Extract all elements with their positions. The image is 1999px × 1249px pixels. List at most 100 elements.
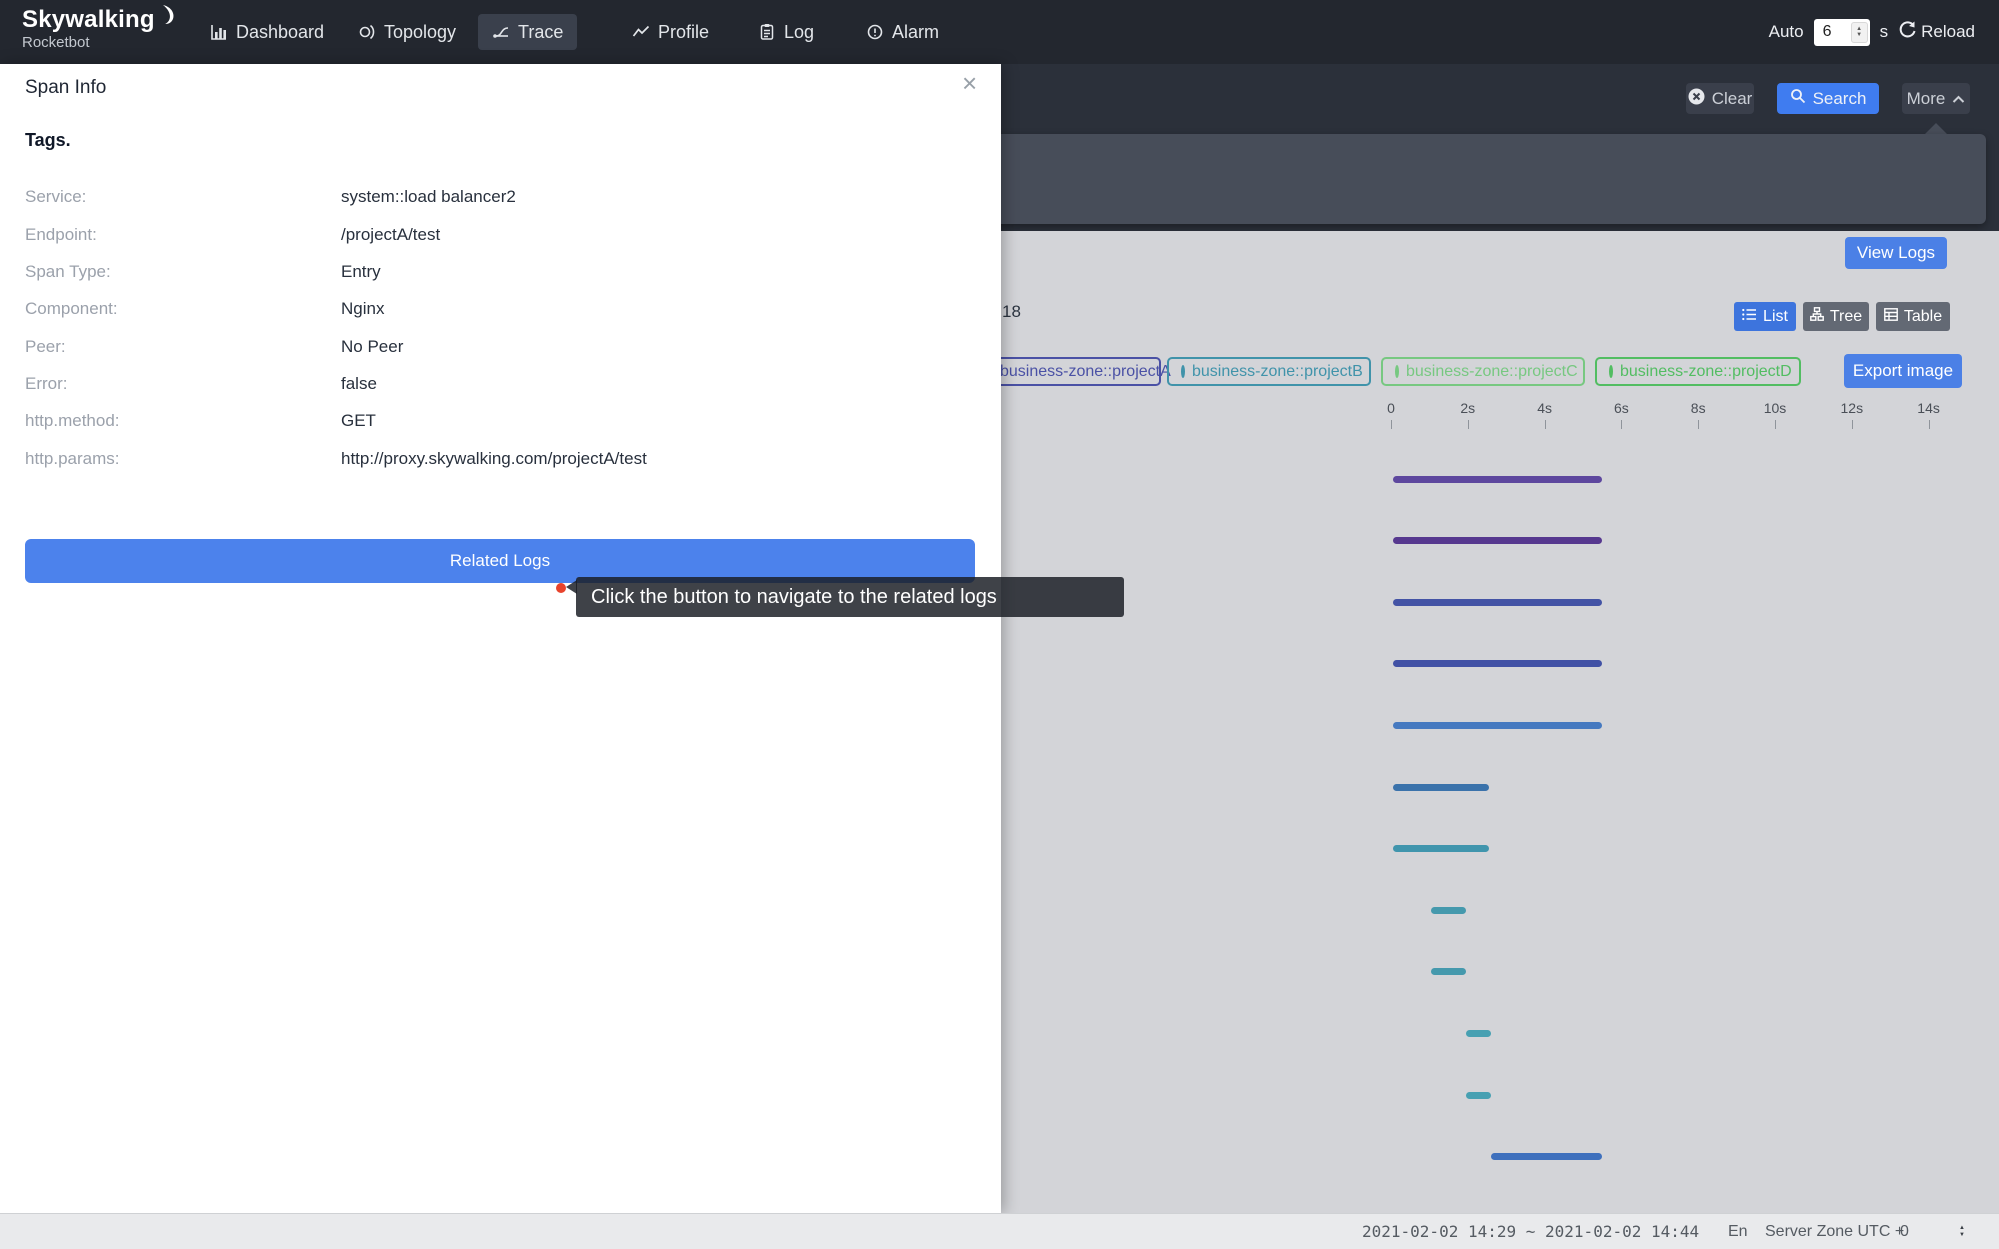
trace-span-bar[interactable] [1431,968,1466,975]
display-mode-table-button[interactable]: Table [1876,302,1950,331]
chevron-up-icon [1952,89,1965,109]
display-mode-label: Tree [1830,308,1862,326]
language-switch[interactable]: En [1728,1214,1748,1249]
service-chip-label: business-zone::projectB [1192,363,1363,381]
axis-tick-label: 6s [1601,400,1641,416]
auto-interval-unit: s [1880,22,1889,42]
tree-icon [1810,307,1824,326]
clear-label: Clear [1712,89,1753,109]
axis-tick-label: 8s [1678,400,1718,416]
trace-span-bar[interactable] [1393,599,1602,606]
field-row-http-method: http.method: GET [25,411,975,433]
nav-item-profile[interactable]: Profile [618,14,723,50]
trace-span-bar[interactable] [1393,784,1489,791]
profile-icon [632,23,650,41]
axis-tick-mark [1468,420,1469,429]
service-chip-label: business-zone::projectD [1620,363,1792,381]
nav-item-topology[interactable]: Topology [344,14,470,50]
service-chip-label: business-zone::projectA [1000,363,1171,381]
display-mode-list-button[interactable]: List [1734,302,1796,331]
tooltip-text: Click the button to navigate to the rela… [591,586,997,609]
axis-tick-mark [1852,420,1853,429]
nav-item-alarm[interactable]: Alarm [852,14,953,50]
auto-reload-label: Auto [1769,22,1804,42]
time-range-picker[interactable]: 2021-02-02 14:29 ~ 2021-02-02 14:44 [1362,1214,1699,1249]
service-chip-projectB[interactable]: business-zone::projectB [1167,357,1371,386]
axis-tick-mark [1391,420,1392,429]
display-mode-tree-button[interactable]: Tree [1803,302,1869,331]
field-value: system::load balancer2 [341,187,516,207]
related-logs-label: Related Logs [450,551,550,571]
more-label: More [1907,89,1946,109]
trace-span-bar[interactable] [1466,1030,1491,1037]
trace-span-bar[interactable] [1393,845,1489,852]
service-ring-icon [1181,365,1185,378]
trace-icon [492,23,510,41]
axis-tick-mark [1775,420,1776,429]
app-title: Skywalking [22,7,155,33]
more-button[interactable]: More [1902,83,1970,114]
alarm-icon [866,23,884,41]
trace-span-bar[interactable] [1431,907,1466,914]
nav-item-label: Topology [384,22,456,43]
circle-x-icon [1688,88,1705,110]
field-value: false [341,374,377,394]
trace-span-bar[interactable] [1393,537,1602,544]
list-icon [1742,308,1757,326]
app-logo[interactable]: Skywalking Rocketbot [22,7,177,52]
search-icon [1790,88,1806,109]
trace-span-bar[interactable] [1393,660,1602,667]
search-label: Search [1813,89,1867,109]
trace-span-bar[interactable] [1393,476,1602,483]
field-value: Nginx [341,299,384,319]
modal-title: Span Info [25,77,106,99]
nav-right-controls: Auto 6 ▲▼ s Reload [1769,0,1975,64]
auto-interval-value: 6 [1814,23,1851,41]
export-image-button[interactable]: Export image [1844,354,1962,388]
field-label: Span Type: [25,262,111,282]
nav-item-label: Alarm [892,22,939,43]
table-icon [1884,308,1898,326]
cursor-dot [556,583,566,593]
field-label: Endpoint: [25,225,97,245]
nav-item-trace[interactable]: Trace [478,14,577,50]
zone-stepper-icon[interactable]: ▲▼ [1955,1223,1969,1241]
field-row-error: Error: false [25,374,975,396]
field-row-peer: Peer: No Peer [25,337,975,359]
footer-bar: 2021-02-02 14:29 ~ 2021-02-02 14:44 En S… [0,1213,1999,1249]
axis-tick-label: 10s [1755,400,1795,416]
log-icon [758,23,776,41]
field-label: http.method: [25,411,120,431]
service-chip-projectA[interactable]: business-zone::projectA [975,357,1161,386]
trace-span-bar[interactable] [1393,722,1602,729]
trace-span-bar[interactable] [1491,1153,1602,1160]
nav-item-label: Profile [658,22,709,43]
trace-span-bar[interactable] [1466,1092,1491,1099]
service-chip-projectC[interactable]: business-zone::projectC [1381,357,1585,386]
field-row-endpoint: Endpoint: /projectA/test [25,225,975,247]
topology-icon [358,23,376,41]
nav-item-log[interactable]: Log [744,14,828,50]
search-button[interactable]: Search [1777,83,1879,114]
display-mode-label: Table [1904,308,1942,326]
field-row-component: Component: Nginx [25,299,975,321]
field-row-span-type: Span Type: Entry [25,262,975,284]
close-icon[interactable]: × [962,70,977,96]
axis-tick-label: 12s [1832,400,1872,416]
field-row-http-params: http.params: http://proxy.skywalking.com… [25,449,975,471]
nav-item-label: Trace [518,22,563,43]
field-label: Component: [25,299,118,319]
export-image-label: Export image [1853,361,1953,381]
nav-item-dashboard[interactable]: Dashboard [196,14,338,50]
view-logs-label: View Logs [1857,243,1935,263]
clear-button[interactable]: Clear [1686,83,1754,114]
reload-button[interactable]: Reload [1898,20,1975,44]
axis-tick-label: 14s [1909,400,1949,416]
dashboard-icon [210,23,228,41]
number-stepper-icon[interactable]: ▲▼ [1851,22,1868,43]
service-chip-projectD[interactable]: business-zone::projectD [1595,357,1801,386]
view-logs-button[interactable]: View Logs [1845,237,1947,269]
axis-tick-label: 2s [1448,400,1488,416]
tags-section-heading: Tags. [25,130,71,151]
auto-interval-input[interactable]: 6 ▲▼ [1814,19,1870,46]
